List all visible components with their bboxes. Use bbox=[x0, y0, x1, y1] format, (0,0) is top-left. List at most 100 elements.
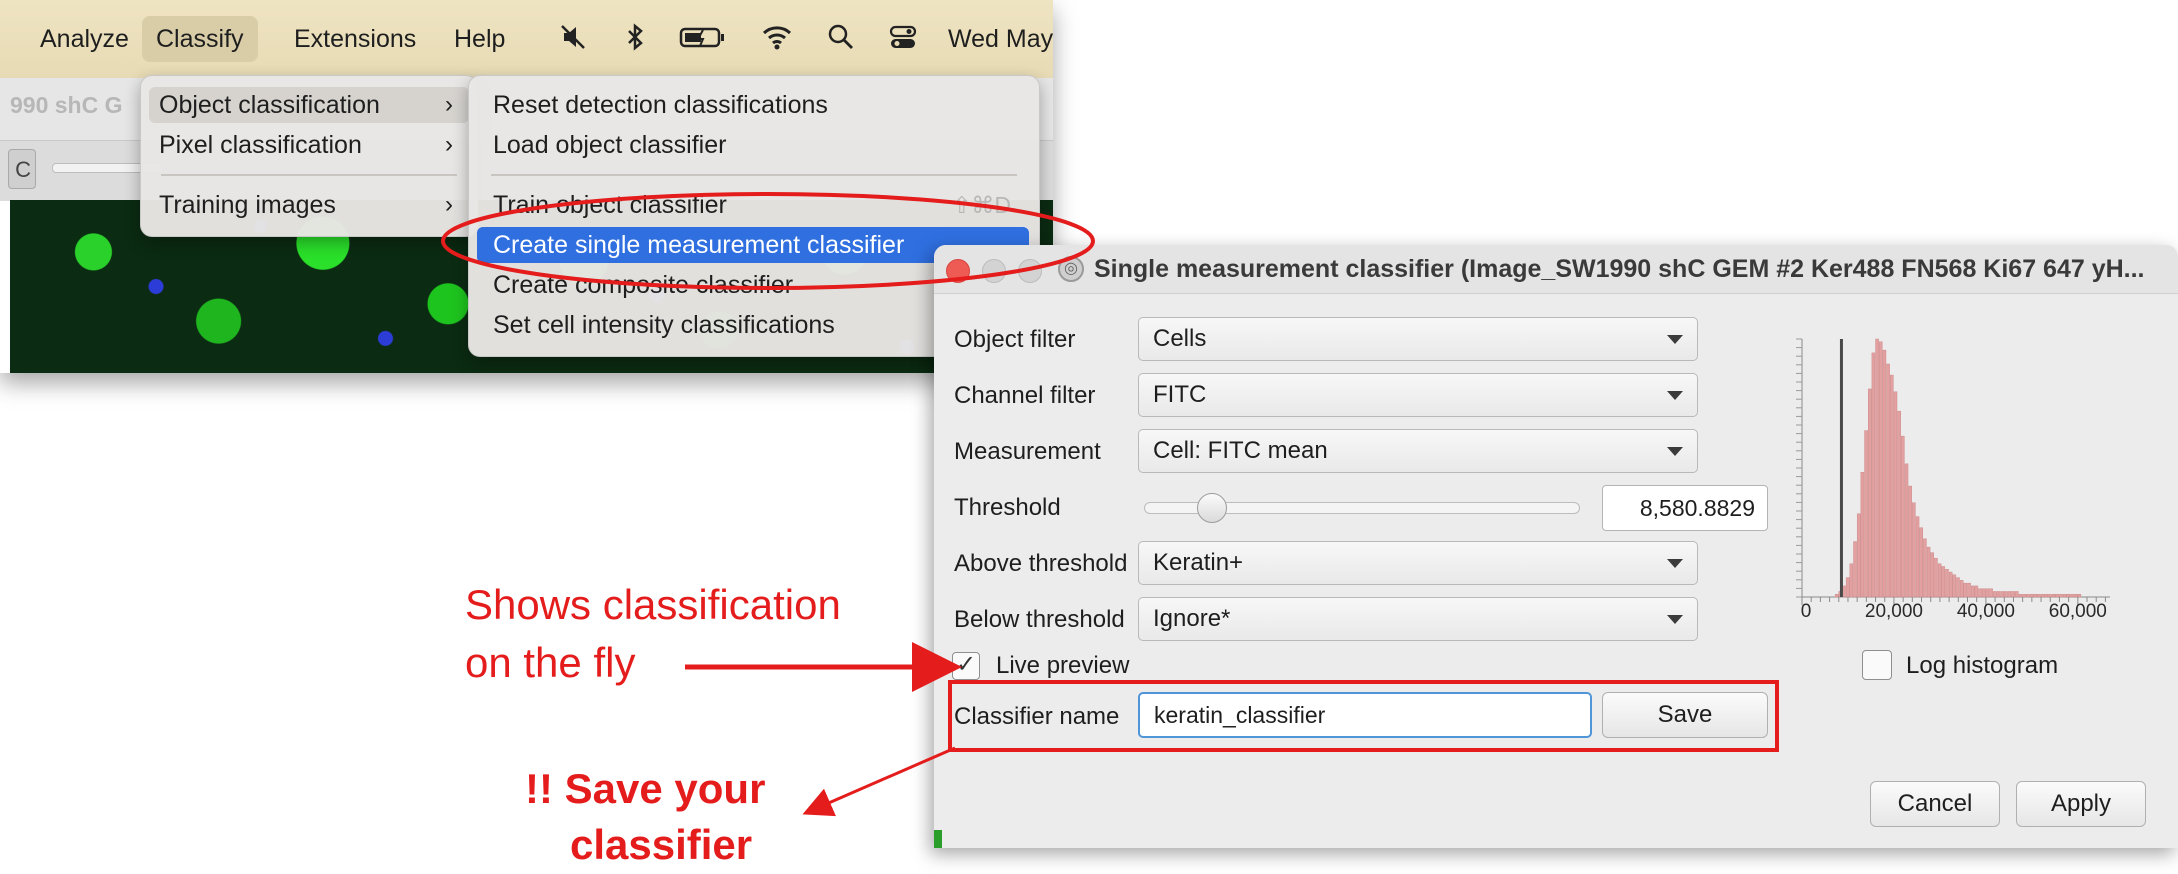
menu-item-train-object-classifier[interactable]: Train object classifier ⇧⌘D bbox=[477, 187, 1029, 223]
app-title-fragment: 990 shC G bbox=[10, 92, 123, 118]
close-button[interactable] bbox=[946, 259, 970, 283]
menu-analyze[interactable]: Analyze bbox=[26, 16, 143, 62]
menu-extensions[interactable]: Extensions bbox=[280, 16, 430, 62]
menu-screenshot: Analyze Classify Extensions Help Wed May… bbox=[0, 0, 1053, 373]
histogram-bar bbox=[1853, 541, 1857, 598]
menu-separator bbox=[161, 174, 457, 176]
menu-classify[interactable]: Classify bbox=[142, 16, 258, 62]
histogram-bar bbox=[2007, 591, 2012, 598]
menu-separator bbox=[491, 174, 1017, 176]
below-threshold-select[interactable]: Ignore* bbox=[1138, 597, 1698, 641]
bluetooth-icon[interactable] bbox=[618, 22, 652, 56]
histogram-bar bbox=[2000, 591, 2004, 598]
histogram-bar bbox=[1856, 513, 1861, 598]
classifier-name-input[interactable]: keratin_classifier bbox=[1138, 692, 1592, 738]
macos-menubar: Analyze Classify Extensions Help Wed May bbox=[0, 0, 1053, 78]
histogram-bar bbox=[1849, 563, 1854, 598]
log-histogram-label: Log histogram bbox=[1906, 652, 2059, 679]
object-filter-select[interactable]: Cells bbox=[1138, 317, 1698, 361]
object-filter-label: Object filter bbox=[954, 326, 1076, 353]
minimize-button[interactable] bbox=[982, 259, 1006, 283]
histogram-bar bbox=[1875, 338, 1879, 598]
threshold-input[interactable]: 8,580.8829 bbox=[1602, 485, 1768, 531]
histogram-bar bbox=[1996, 591, 2001, 598]
histogram-bar bbox=[1945, 569, 1949, 598]
histogram-bar bbox=[1934, 557, 1938, 598]
chevron-right-icon: › bbox=[445, 91, 453, 118]
histogram-bar bbox=[1937, 563, 1942, 598]
histogram-bar bbox=[1978, 588, 1982, 598]
histogram-bar bbox=[1834, 594, 1839, 598]
single-measurement-classifier-dialog: ◎ Single measurement classifier (Image_S… bbox=[934, 245, 2178, 848]
histogram-bar bbox=[2048, 594, 2052, 598]
annotation-save-note-line1: !! Save your bbox=[525, 765, 766, 812]
chevron-down-icon bbox=[1667, 447, 1683, 456]
menu-item-training-images[interactable]: Training images › bbox=[149, 187, 469, 223]
histogram-chart bbox=[1796, 338, 2110, 605]
window-edge bbox=[934, 830, 942, 848]
histogram-bar bbox=[2073, 594, 2078, 598]
menu-item-reset-detection-classifications[interactable]: Reset detection classifications bbox=[477, 87, 1029, 123]
menu-item-label: Create single measurement classifier bbox=[493, 231, 905, 259]
histogram-bar bbox=[2077, 594, 2082, 598]
chevron-down-icon bbox=[1667, 335, 1683, 344]
menu-item-label: Train object classifier bbox=[493, 191, 727, 219]
menu-item-pixel-classification[interactable]: Pixel classification › bbox=[149, 127, 469, 163]
search-icon[interactable] bbox=[824, 22, 858, 56]
log-histogram-checkbox[interactable] bbox=[1862, 650, 1892, 680]
qupath-icon: ◎ bbox=[1058, 256, 1084, 282]
histogram-bar bbox=[1901, 435, 1905, 598]
below-threshold-label: Below threshold bbox=[954, 606, 1125, 633]
menu-item-label: Training images bbox=[159, 191, 336, 219]
control-center-icon[interactable] bbox=[886, 22, 920, 56]
dialog-titlebar: ◎ Single measurement classifier (Image_S… bbox=[934, 245, 2178, 294]
histogram-bar bbox=[2040, 594, 2045, 598]
menu-help[interactable]: Help bbox=[440, 16, 519, 62]
toolbar-button[interactable]: C bbox=[8, 149, 36, 189]
zoom-button[interactable] bbox=[1018, 259, 1042, 283]
histogram-bar bbox=[1952, 574, 1957, 598]
histogram-bar bbox=[1897, 410, 1901, 598]
battery-icon[interactable] bbox=[678, 22, 728, 56]
threshold-slider-knob[interactable] bbox=[1196, 493, 1227, 523]
histogram-bar bbox=[1886, 363, 1890, 598]
menu-item-label: Set cell intensity classifications bbox=[493, 311, 835, 339]
above-threshold-label: Above threshold bbox=[954, 550, 1128, 577]
measurement-label: Measurement bbox=[954, 438, 1101, 465]
histogram-bar bbox=[1993, 591, 1997, 598]
above-threshold-value: Keratin+ bbox=[1153, 549, 1244, 576]
histogram-bar bbox=[1879, 341, 1883, 598]
save-button[interactable]: Save bbox=[1602, 692, 1768, 738]
menu-item-load-object-classifier[interactable]: Load object classifier bbox=[477, 127, 1029, 163]
x-tick-label: 60,000 bbox=[2048, 601, 2107, 622]
menu-item-label: Create composite classifier bbox=[493, 271, 794, 299]
cancel-button[interactable]: Cancel bbox=[1870, 781, 2000, 827]
histogram-bar bbox=[1871, 352, 1876, 598]
histogram-bar bbox=[2004, 591, 2008, 598]
mute-icon[interactable] bbox=[556, 22, 590, 56]
histogram-bar bbox=[1959, 580, 1964, 598]
wifi-icon[interactable] bbox=[760, 22, 794, 56]
apply-button[interactable]: Apply bbox=[2016, 781, 2146, 827]
menubar-date[interactable]: Wed May bbox=[948, 16, 1053, 62]
above-threshold-select[interactable]: Keratin+ bbox=[1138, 541, 1698, 585]
menu-item-object-classification[interactable]: Object classification › bbox=[149, 87, 469, 123]
live-preview-checkbox[interactable]: ✓ bbox=[952, 652, 980, 680]
histogram-bar bbox=[1893, 391, 1898, 598]
channel-filter-select[interactable]: FITC bbox=[1138, 373, 1698, 417]
measurement-select[interactable]: Cell: FITC mean bbox=[1138, 429, 1698, 473]
histogram-bar bbox=[1867, 388, 1872, 598]
chevron-right-icon: › bbox=[445, 131, 453, 158]
histogram-bar bbox=[1970, 585, 1975, 598]
histogram-bar bbox=[1912, 502, 1916, 598]
measurement-value: Cell: FITC mean bbox=[1153, 437, 1328, 464]
x-tick-label: 40,000 bbox=[1956, 601, 2015, 622]
dialog-title: Single measurement classifier (Image_SW1… bbox=[1094, 255, 2145, 283]
chevron-right-icon: › bbox=[445, 191, 453, 218]
annotation-live-note-line1: Shows classification bbox=[465, 581, 841, 628]
histogram-bar bbox=[1904, 463, 1909, 598]
menu-item-label: Object classification bbox=[159, 91, 380, 119]
histogram-bar bbox=[1908, 485, 1912, 598]
channel-filter-label: Channel filter bbox=[954, 382, 1096, 409]
histogram-bar bbox=[2011, 591, 2015, 598]
